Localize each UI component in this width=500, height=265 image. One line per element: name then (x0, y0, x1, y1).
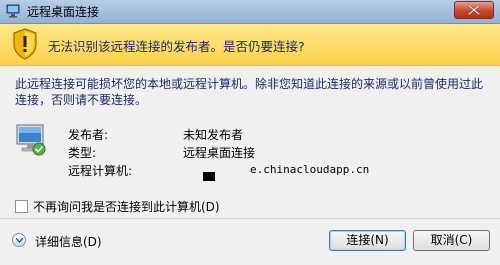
warning-shield-icon (13, 28, 37, 60)
title-bar: 远程桌面连接 (0, 0, 500, 24)
remote-desktop-icon (6, 4, 20, 18)
warning-headline: 无法识别该远程连接的发布者。是否仍要连接? (48, 39, 305, 54)
cancel-button[interactable]: 取消(C) (413, 230, 490, 251)
close-button[interactable] (454, 1, 494, 19)
remote-computer-value: e.chinacloudapp.cn (250, 163, 370, 176)
window-title: 远程桌面连接 (27, 5, 100, 19)
connect-button[interactable]: 连接(N) (329, 230, 406, 251)
redaction-mark (203, 172, 215, 181)
remote-computer-icon (16, 124, 46, 156)
description-line-1: 此远程连接可能损坏您的本地或远程计算机。除非您知道此连接的来源或以前曾使用过此 (15, 77, 484, 91)
chevron-down-icon[interactable] (12, 233, 26, 247)
remote-computer-label: 远程计算机: (68, 164, 133, 178)
type-value: 远程桌面连接 (183, 146, 256, 160)
close-icon (468, 5, 480, 15)
dont-ask-again-checkbox[interactable] (15, 200, 28, 213)
publisher-label: 发布者: (68, 128, 109, 142)
warning-description: 此远程连接可能损坏您的本地或远程计算机。除非您知道此连接的来源或以前曾使用过此 … (15, 76, 495, 108)
publisher-value: 未知发布者 (183, 128, 244, 142)
description-line-2: 连接，否则请不要连接。 (15, 93, 148, 107)
dont-ask-again-label: 不再询问我是否连接到此计算机(D) (33, 200, 220, 214)
warning-banner: 无法识别该远程连接的发布者。是否仍要连接? (0, 24, 500, 66)
type-label: 类型: (68, 146, 97, 160)
details-label: 详细信息(D) (35, 235, 102, 249)
